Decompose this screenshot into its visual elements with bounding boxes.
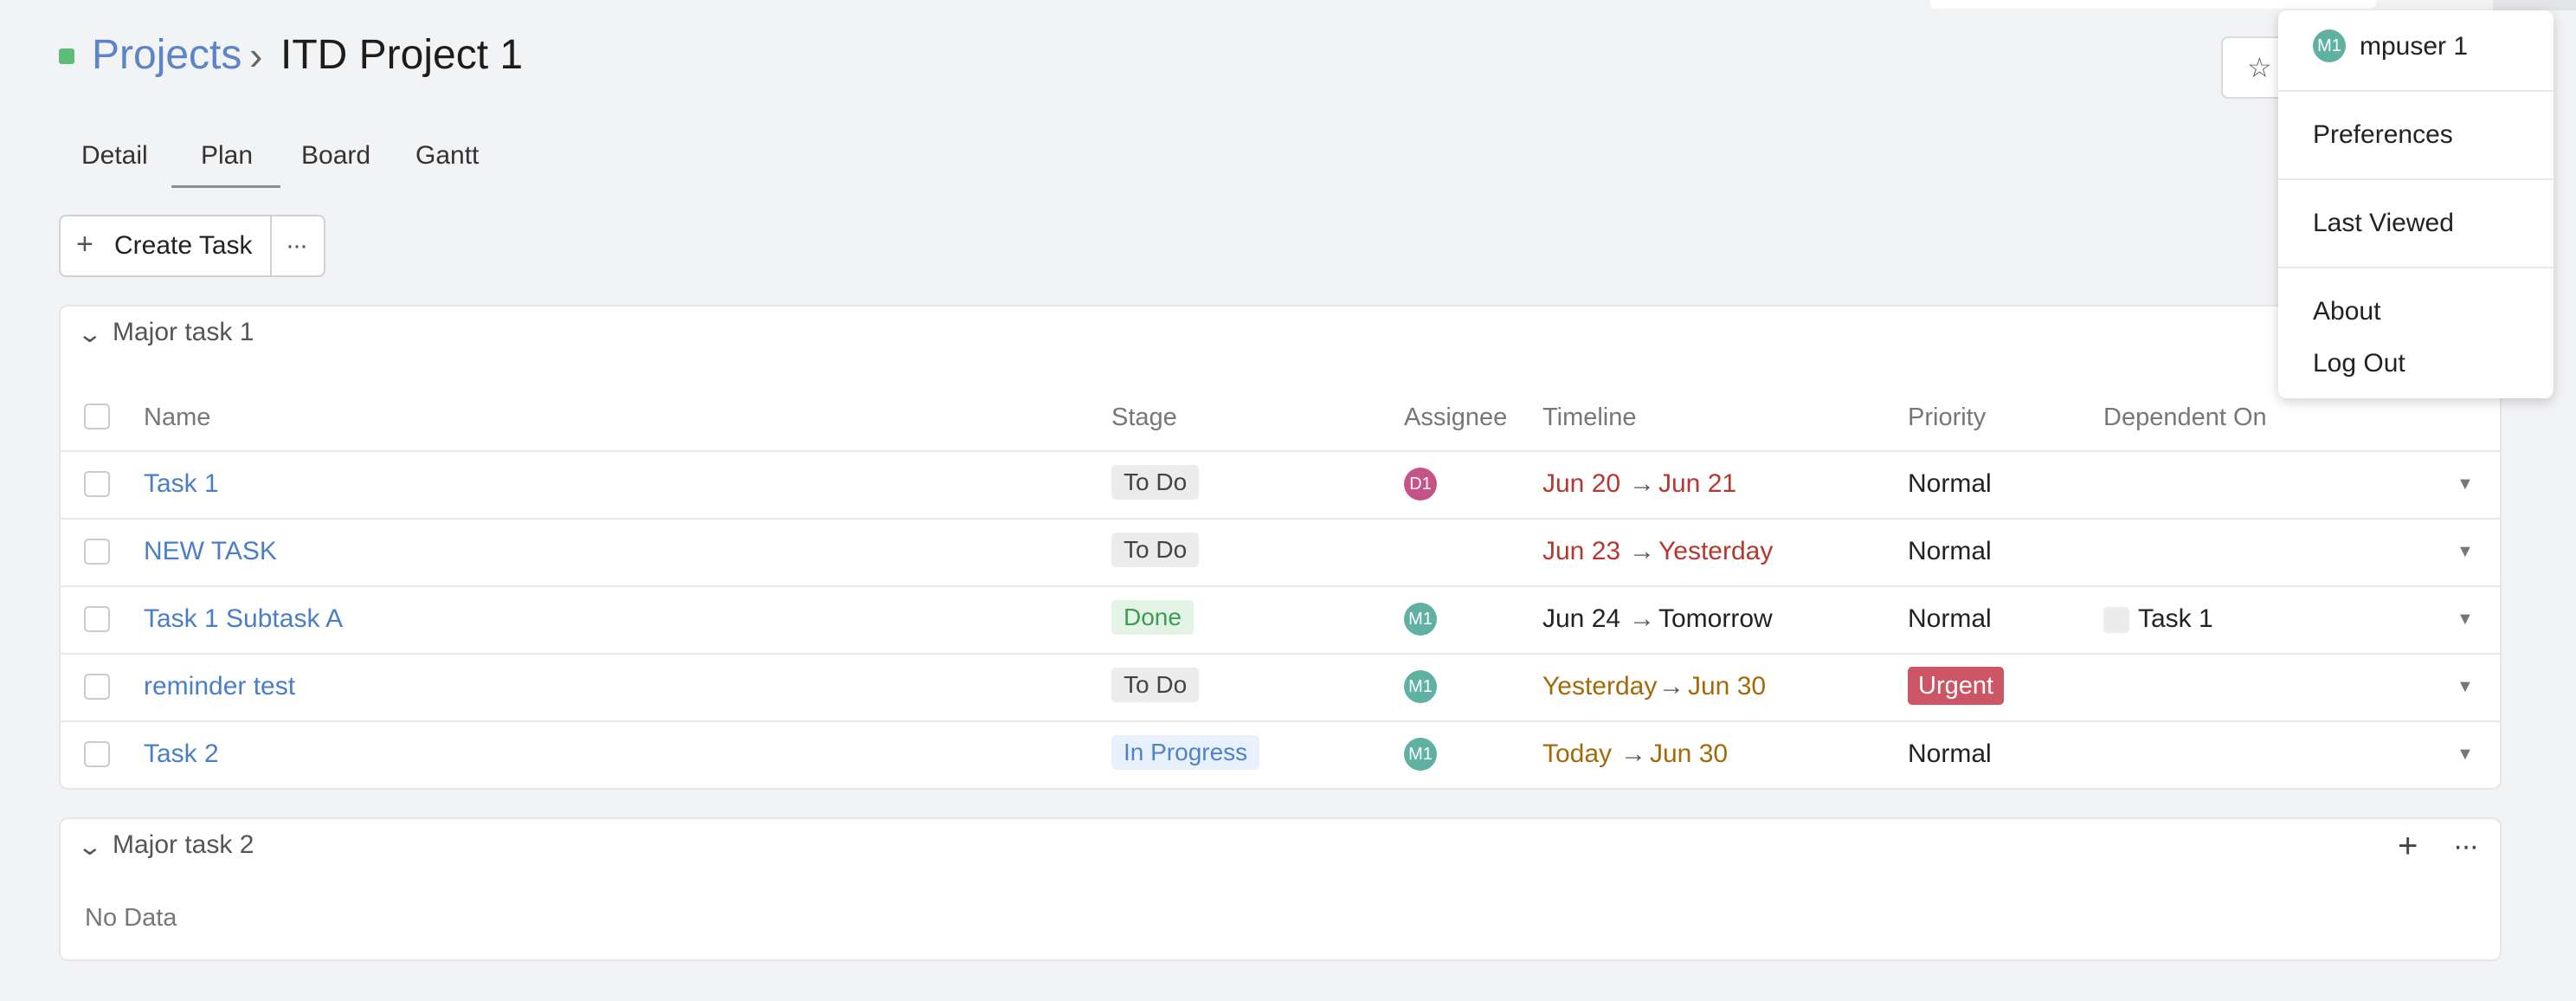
group-title[interactable]: Major task 1 — [113, 315, 254, 350]
row-caret-icon[interactable]: ▼ — [2457, 539, 2474, 565]
tab-detail[interactable]: Detail — [81, 139, 148, 173]
tab-gantt[interactable]: Gantt — [415, 139, 479, 173]
timeline-start[interactable]: Jun 23 — [1542, 534, 1620, 569]
task-group-panel — [59, 305, 2502, 790]
active-tab-indicator — [171, 185, 280, 188]
row-checkbox[interactable] — [84, 471, 110, 497]
row-caret-icon[interactable]: ▼ — [2457, 471, 2474, 497]
stage-badge[interactable]: Done — [1111, 600, 1194, 635]
user-menu-trigger[interactable] — [2493, 0, 2576, 10]
task-name-link[interactable]: Task 1 Subtask A — [144, 602, 343, 636]
user-avatar: M1 — [2313, 29, 2346, 62]
row-caret-icon[interactable]: ▼ — [2457, 674, 2474, 700]
timeline-start[interactable]: Today — [1542, 737, 1612, 772]
breadcrumb-projects-link[interactable]: Projects — [92, 29, 242, 81]
task-name-link[interactable]: Task 1 — [144, 467, 219, 501]
priority-value[interactable]: Normal — [1908, 737, 1992, 772]
assignee-avatar[interactable]: D1 — [1404, 468, 1437, 500]
dependency-task-icon — [2103, 607, 2129, 633]
stage-badge[interactable]: To Do — [1111, 668, 1200, 702]
timeline-arrow: → — [1620, 739, 1646, 768]
priority-urgent-badge[interactable]: Urgent — [1908, 667, 2005, 705]
stage-badge[interactable]: To Do — [1111, 533, 1200, 567]
tab-plan[interactable]: Plan — [201, 139, 253, 173]
task-name-link[interactable]: NEW TASK — [144, 534, 277, 569]
task-name-link[interactable]: reminder test — [144, 669, 295, 704]
user-dropdown-menu — [2278, 10, 2553, 398]
timeline-end[interactable]: Yesterday — [1658, 534, 1773, 569]
breadcrumb-separator: › — [249, 33, 263, 78]
dependency-link[interactable]: Task 1 — [2138, 602, 2213, 636]
column-header-dependent-on[interactable]: Dependent On — [2103, 400, 2267, 435]
priority-value[interactable]: Normal — [1908, 602, 1992, 636]
timeline-start[interactable]: Jun 20 — [1542, 467, 1620, 501]
tab-board[interactable]: Board — [301, 139, 370, 173]
timeline-end[interactable]: Jun 30 — [1650, 737, 1728, 772]
task-name-link[interactable]: Task 2 — [144, 737, 219, 772]
row-divider — [61, 450, 2500, 452]
empty-state-text: No Data — [85, 904, 177, 932]
project-color-dot — [59, 48, 74, 64]
row-divider — [61, 518, 2500, 520]
row-caret-icon[interactable]: ▼ — [2457, 741, 2474, 767]
row-divider — [61, 585, 2500, 587]
timeline-end[interactable]: Jun 21 — [1658, 467, 1736, 501]
menu-item-log-out[interactable]: Log Out — [2313, 346, 2405, 381]
search-bar-edge[interactable] — [1930, 0, 2376, 9]
row-checkbox[interactable] — [84, 741, 110, 767]
timeline-arrow: → — [1658, 672, 1684, 701]
row-checkbox[interactable] — [84, 606, 110, 632]
row-checkbox[interactable] — [84, 674, 110, 700]
more-options-icon[interactable]: ··· — [286, 229, 308, 263]
button-divider — [270, 216, 272, 275]
timeline-arrow: → — [1629, 469, 1655, 498]
timeline-start[interactable]: Jun 24 — [1542, 602, 1620, 636]
column-header-timeline[interactable]: Timeline — [1542, 400, 1637, 435]
row-checkbox[interactable] — [84, 539, 110, 565]
group-title[interactable]: Major task 2 — [113, 828, 254, 862]
collapse-chevron-icon[interactable]: ⌄ — [76, 319, 103, 350]
row-divider — [61, 653, 2500, 655]
assignee-avatar[interactable]: M1 — [1404, 670, 1437, 703]
group-more-icon[interactable]: ··· — [2453, 827, 2479, 865]
column-header-stage[interactable]: Stage — [1111, 400, 1177, 435]
select-all-checkbox[interactable] — [84, 404, 110, 429]
row-divider — [61, 720, 2500, 722]
menu-item-preferences[interactable]: Preferences — [2313, 118, 2453, 152]
column-header-assignee[interactable]: Assignee — [1404, 400, 1507, 435]
star-icon: ☆ — [2247, 52, 2272, 83]
timeline-start[interactable]: Yesterday — [1542, 669, 1657, 704]
menu-divider — [2278, 267, 2553, 268]
create-task-button[interactable]: Create Task — [114, 229, 253, 263]
menu-divider — [2278, 178, 2553, 180]
column-header-priority[interactable]: Priority — [1908, 400, 1986, 435]
column-header-name[interactable]: Name — [144, 400, 210, 435]
stage-badge[interactable]: To Do — [1111, 465, 1200, 500]
task-group-panel — [59, 817, 2502, 961]
page-title: ITD Project 1 — [280, 32, 524, 78]
row-caret-icon[interactable]: ▼ — [2457, 606, 2474, 632]
timeline-end[interactable]: Jun 30 — [1688, 669, 1766, 704]
menu-item-about[interactable]: About — [2313, 294, 2380, 329]
menu-username[interactable]: mpuser 1 — [2360, 29, 2468, 64]
timeline-arrow: → — [1629, 537, 1655, 565]
menu-item-last-viewed[interactable]: Last Viewed — [2313, 206, 2454, 241]
plus-icon[interactable]: + — [76, 227, 93, 262]
assignee-avatar[interactable]: M1 — [1404, 603, 1437, 636]
assignee-avatar[interactable]: M1 — [1404, 738, 1437, 771]
priority-value[interactable]: Normal — [1908, 467, 1992, 501]
stage-badge[interactable]: In Progress — [1111, 735, 1260, 770]
menu-divider — [2278, 90, 2553, 92]
priority-value[interactable]: Normal — [1908, 534, 1992, 569]
collapse-chevron-icon[interactable]: ⌄ — [76, 831, 103, 862]
timeline-end[interactable]: Tomorrow — [1658, 602, 1773, 636]
add-task-icon[interactable]: + — [2398, 827, 2418, 865]
timeline-arrow: → — [1629, 604, 1655, 633]
